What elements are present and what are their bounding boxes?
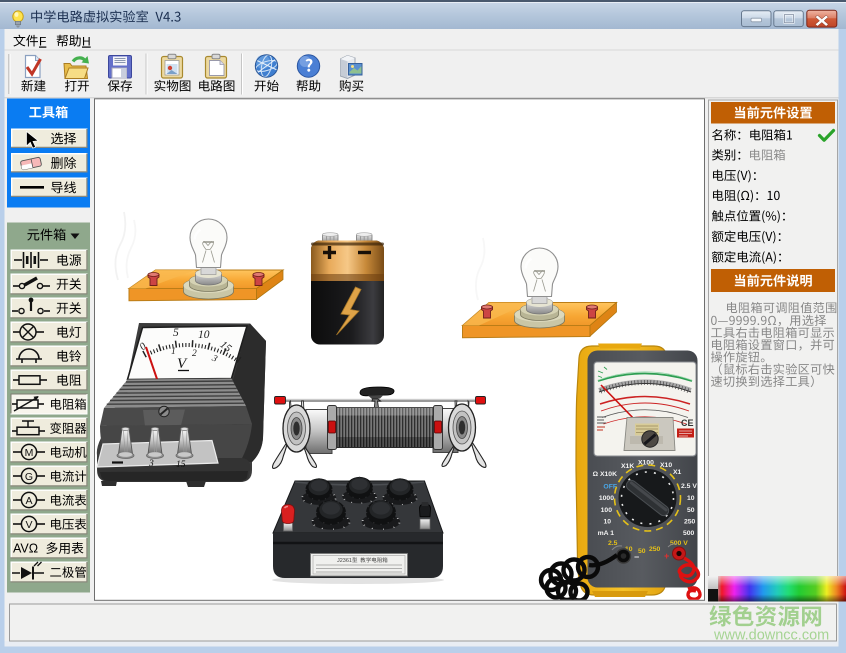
svg-text:250: 250 bbox=[649, 546, 661, 553]
svg-text:mA 1: mA 1 bbox=[598, 530, 615, 537]
svg-text:10: 10 bbox=[687, 495, 695, 502]
svg-text:3: 3 bbox=[148, 459, 154, 469]
svg-text:250: 250 bbox=[684, 519, 696, 526]
svg-text:H: H bbox=[82, 35, 91, 49]
svg-text:2: 2 bbox=[192, 349, 197, 359]
svg-text:X1: X1 bbox=[673, 469, 682, 476]
svg-text:X1K: X1K bbox=[621, 463, 634, 470]
svg-text:X10: X10 bbox=[660, 462, 672, 469]
svg-text:50: 50 bbox=[687, 507, 695, 514]
svg-text:CE: CE bbox=[681, 418, 694, 428]
svg-text:10: 10 bbox=[198, 329, 210, 341]
svg-text:2.5 V: 2.5 V bbox=[681, 483, 697, 490]
svg-text:A: A bbox=[25, 495, 32, 507]
svg-text:1: 1 bbox=[171, 347, 176, 357]
svg-text:500: 500 bbox=[683, 530, 695, 537]
svg-text:G: G bbox=[25, 471, 33, 483]
svg-text:X100: X100 bbox=[638, 460, 654, 467]
svg-text:AVΩ: AVΩ bbox=[13, 542, 38, 556]
svg-text:F: F bbox=[39, 35, 46, 49]
svg-text:2.5: 2.5 bbox=[608, 540, 618, 547]
svg-text:M: M bbox=[25, 447, 34, 459]
svg-text:www.downcc.com: www.downcc.com bbox=[713, 628, 829, 644]
svg-text:1000: 1000 bbox=[599, 495, 614, 502]
svg-text:OFF: OFF bbox=[603, 484, 617, 491]
svg-text:500 V: 500 V bbox=[670, 540, 688, 547]
svg-text:15: 15 bbox=[176, 460, 186, 470]
svg-text:+: + bbox=[664, 551, 669, 561]
svg-text:10: 10 bbox=[603, 519, 611, 526]
svg-text:Ω X10K: Ω X10K bbox=[593, 471, 617, 478]
svg-text:V: V bbox=[25, 519, 32, 531]
svg-text:J2361: J2361 bbox=[337, 558, 352, 564]
svg-text:−: − bbox=[634, 552, 639, 562]
svg-text:100: 100 bbox=[601, 507, 613, 514]
svg-text:5: 5 bbox=[173, 327, 179, 339]
